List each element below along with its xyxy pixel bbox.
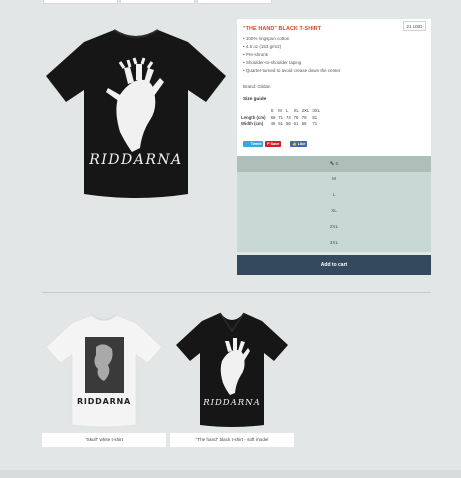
table-row: Width (cm) 46 51 56 61 66 71 [241, 121, 323, 128]
size-table-header: S M L XL 2XL 3XL [241, 107, 323, 114]
size-option-label: M [332, 177, 336, 182]
tweet-button[interactable]: 🐦 Tweet [243, 141, 264, 147]
table-cell: 79 [301, 114, 307, 120]
table-cell: XL [293, 107, 299, 113]
table-cell: 51 [278, 121, 284, 127]
top-tab-2[interactable] [120, 0, 195, 4]
table-cell: 66 [301, 121, 307, 127]
size-option-s[interactable]: ⬉S [237, 156, 431, 172]
size-option-label: 2XL [329, 225, 339, 230]
size-option-3xl[interactable]: 3XL [237, 236, 431, 252]
related-product-image-hand[interactable]: RIDDARNA [170, 307, 294, 430]
table-cell: 74 [285, 114, 291, 120]
twitter-icon: 🐦 [245, 142, 250, 146]
table-cell: 61 [293, 121, 299, 127]
feature-item: • Shoulder-to-shoulder taping [243, 60, 302, 65]
size-option-label: 3XL [329, 241, 339, 246]
size-option-label: XL [331, 209, 337, 214]
cursor-icon: ⬉ [329, 161, 335, 167]
feature-item: • 4.5 oz (153 g/m2) [243, 44, 282, 49]
size-guide-table: S M L XL 2XL 3XL Length (cm) 69 71 74 76… [241, 107, 323, 127]
table-cell: L [285, 107, 289, 113]
size-option-label: S [335, 162, 339, 167]
print-text: RIDDARNA [88, 152, 183, 168]
table-cell: 71 [278, 114, 284, 120]
table-cell: S [270, 107, 274, 113]
feature-item: • Quarter-turned to avoid crease down th… [243, 68, 341, 73]
feature-item: • 100% ringspun cotton [243, 36, 290, 41]
product-info-panel: 21 USD "THE HAND" BLACK T-SHIRT • 100% r… [237, 19, 431, 156]
save-label: Save [270, 142, 280, 146]
product-image: RIDDARNA [46, 29, 226, 198]
size-option-m[interactable]: M [237, 172, 431, 188]
feature-item: • Pre-shrunk [243, 52, 268, 57]
brand-label: Brand: Gildan [243, 84, 271, 89]
table-cell: 46 [270, 121, 276, 127]
table-cell: 3XL [312, 107, 320, 113]
pinterest-save-button[interactable]: P Save [265, 141, 282, 147]
row-label: Width (cm) [241, 121, 264, 127]
table-cell: 81 [312, 114, 318, 120]
price-badge: 21 USD [402, 21, 426, 31]
size-option-xl[interactable]: XL [237, 204, 431, 220]
table-cell: 56 [285, 121, 291, 127]
table-row: Length (cm) 69 71 74 76 79 81 [241, 114, 323, 121]
thumbs-up-icon: 👍 [292, 142, 297, 146]
table-cell: 76 [293, 114, 299, 120]
like-label: Like [297, 142, 306, 146]
top-tab-1[interactable] [43, 0, 118, 4]
top-tab-3[interactable] [197, 0, 272, 4]
related-product-image-skull[interactable]: RIDDARNA [42, 307, 166, 430]
table-cell: 2XL [301, 107, 310, 113]
footer-strip [0, 470, 461, 478]
print-text: RIDDARNA [77, 397, 131, 406]
size-option-label: L [332, 193, 336, 198]
related-product-label[interactable]: "The hand" black t-shirt - soft model [170, 433, 294, 447]
table-cell: 69 [270, 114, 276, 120]
pinterest-icon: P [267, 142, 270, 146]
print-text: RIDDARNA [202, 398, 261, 408]
tweet-label: Tweet [250, 142, 262, 146]
section-divider [42, 292, 431, 293]
size-guide-heading: Size guide [243, 96, 267, 101]
facebook-like-button[interactable]: 👍 Like [290, 141, 308, 147]
related-product-label[interactable]: "Skull" white t-shirt [42, 433, 166, 447]
row-label: Length (cm) [241, 114, 266, 120]
size-option-2xl[interactable]: 2XL [237, 220, 431, 236]
add-to-cart-button[interactable]: Add to cart [237, 255, 431, 275]
table-cell [241, 107, 271, 114]
product-title: "THE HAND" BLACK T-SHIRT [243, 26, 322, 32]
size-option-l[interactable]: L [237, 188, 431, 204]
table-cell: 71 [312, 121, 318, 127]
table-cell: M [278, 107, 282, 113]
